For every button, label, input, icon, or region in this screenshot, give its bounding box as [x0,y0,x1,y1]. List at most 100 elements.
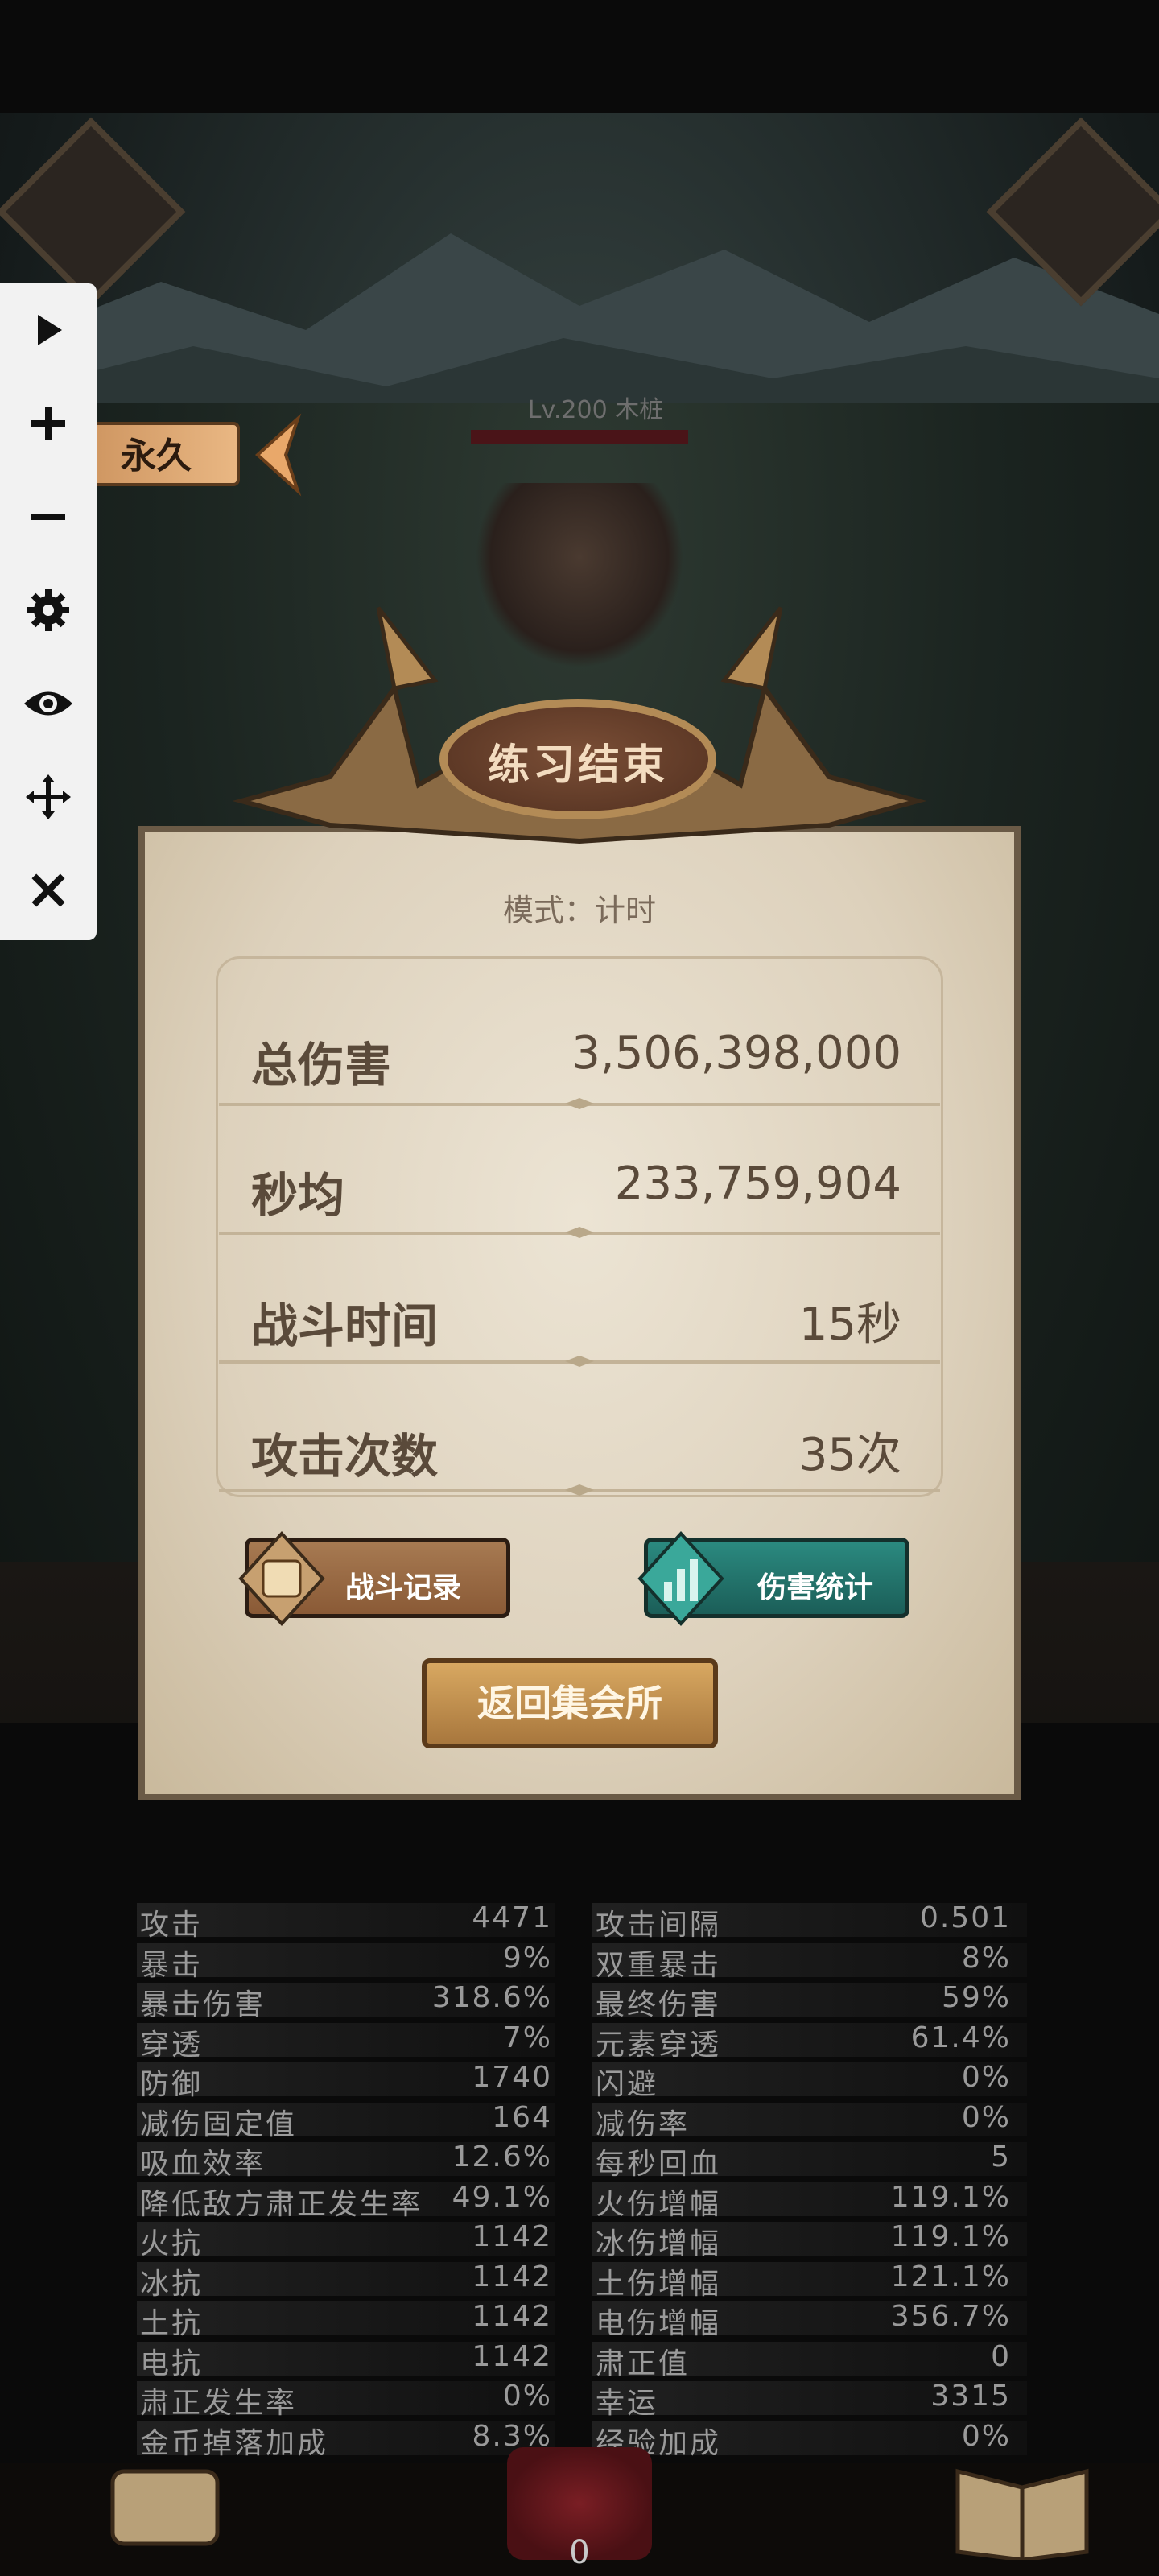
attribute-row: 暴击伤害 318.6% [137,1979,555,2021]
attribute-name: 闪避 [596,2068,659,2101]
attribute-row: 电抗 1142 [137,2339,555,2380]
divider-ornament [565,1098,594,1109]
attribute-name: 每秒回血 [596,2148,722,2181]
divider-ornament [565,1356,594,1367]
attribute-name: 冰抗 [140,2267,204,2301]
attribute-name: 火伤增幅 [596,2187,722,2221]
attribute-row: 元素穿透 61.4% [592,2020,1027,2062]
attribute-name: 攻击间隔 [596,1909,722,1942]
boss-level-name: Lv.200 木桩 [527,396,664,424]
divider-ornament [565,1227,594,1238]
attribute-row: 暴击 9% [137,1940,555,1982]
attribute-row: 火抗 1142 [137,2219,555,2260]
book-icon[interactable] [950,2447,1095,2560]
attribute-row: 冰伤增幅 119.1% [592,2219,1027,2260]
attribute-value: 0% [961,2100,1011,2134]
damage-stats-label: 伤害统计 [757,1571,874,1604]
battle-log-button[interactable]: 战斗记录 [238,1531,510,1626]
attribute-name: 防御 [140,2068,204,2101]
attribute-row: 闪避 0% [592,2059,1027,2101]
attribute-row: 土抗 1142 [137,2298,555,2340]
attribute-value: 121.1% [890,2260,1011,2293]
attribute-name: 肃正值 [596,2347,691,2380]
chevron-left-icon[interactable] [241,411,306,499]
attribute-name: 吸血效率 [140,2148,266,2181]
attribute-row: 吸血效率 12.6% [137,2139,555,2181]
divider-ornament [565,1484,594,1496]
stat-value: 233,759,904 [614,1158,901,1210]
bar-chart-icon [637,1531,724,1626]
result-title: 练习结束 [487,741,668,790]
mode-label: 模式：计时 [502,893,656,928]
stat-value: 35次 [798,1429,901,1481]
permanent-tag-label: 永久 [121,436,192,477]
move-icon[interactable] [0,750,97,844]
floating-toolbar [0,283,97,940]
attribute-value: 7% [502,2021,552,2054]
eye-icon[interactable] [0,657,97,750]
attribute-row: 减伤率 0% [592,2099,1027,2141]
attribute-name: 暴击 [140,1948,204,1982]
gear-icon[interactable] [0,564,97,657]
attribute-row: 冰抗 1142 [137,2259,555,2301]
attribute-name: 电伤增幅 [596,2307,722,2340]
attribute-row: 土伤增幅 121.1% [592,2259,1027,2301]
attribute-name: 最终伤害 [596,1988,722,2021]
attribute-row: 电伤增幅 356.7% [592,2298,1027,2340]
attribute-value: 59% [941,1981,1011,2014]
attribute-name: 冰伤增幅 [596,2227,722,2260]
attribute-name: 电抗 [140,2347,204,2380]
stat-label: 秒均 [251,1168,345,1223]
plus-icon[interactable] [0,377,97,470]
attribute-name: 双重暴击 [596,1948,722,1982]
play-icon[interactable] [0,283,97,377]
return-hall-button[interactable]: 返回集会所 [422,1658,718,1748]
attribute-value: 1142 [472,2300,552,2333]
attribute-name: 幸运 [596,2387,659,2420]
attribute-row: 最终伤害 59% [592,1979,1027,2021]
attribute-name: 火抗 [140,2227,204,2260]
attribute-name: 土抗 [140,2307,204,2340]
attribute-row: 双重暴击 8% [592,1940,1027,1982]
attribute-row: 肃正值 0 [592,2339,1027,2380]
attribute-row: 降低敌方肃正发生率 49.1% [137,2179,555,2221]
stat-label: 总伤害 [251,1038,392,1092]
stat-value: 15秒 [798,1298,901,1351]
stat-row-total-damage: 总伤害 3,506,398,000 [251,1011,901,1092]
attribute-row: 攻击 4471 [137,1900,555,1942]
damage-stats-button[interactable]: 伤害统计 [637,1531,909,1626]
attribute-name: 减伤固定值 [140,2107,298,2141]
scroll-icon[interactable] [97,2447,233,2560]
attribute-row: 攻击间隔 0.501 [592,1900,1027,1942]
minus-icon[interactable] [0,470,97,564]
attribute-value: 1142 [472,2220,552,2253]
attribute-value: 8% [961,1941,1011,1975]
attribute-value: 318.6% [431,1981,552,2014]
attribute-value: 1142 [472,2339,552,2373]
attribute-value: 9% [502,1941,552,1975]
attribute-row: 幸运 3315 [592,2378,1027,2420]
attribute-row: 肃正发生率 0% [137,2378,555,2420]
attribute-value: 49.1% [452,2180,552,2214]
close-icon[interactable] [0,844,97,937]
scroll-icon [238,1531,325,1626]
attribute-name: 肃正发生率 [140,2387,298,2420]
attribute-value: 356.7% [890,2300,1011,2333]
stat-row-dps: 秒均 233,759,904 [251,1141,901,1223]
stat-label: 战斗时间 [251,1298,439,1353]
attribute-value: 5 [991,2140,1011,2174]
battle-log-label: 战斗记录 [345,1571,462,1604]
attribute-value: 0% [502,2380,552,2413]
attribute-row: 每秒回血 5 [592,2139,1027,2181]
attribute-value: 12.6% [452,2140,552,2174]
attribute-name: 土伤增幅 [596,2267,722,2301]
attribute-row: 火伤增幅 119.1% [592,2179,1027,2221]
boss-hp-bar [471,430,688,444]
stat-value: 3,506,398,000 [571,1027,901,1080]
attribute-name: 攻击 [140,1909,204,1942]
attribute-value: 1740 [472,2061,552,2094]
attribute-value: 1142 [472,2260,552,2293]
attribute-name: 穿透 [140,2028,204,2062]
attribute-value: 164 [492,2100,552,2134]
attribute-value: 0 [991,2339,1011,2373]
